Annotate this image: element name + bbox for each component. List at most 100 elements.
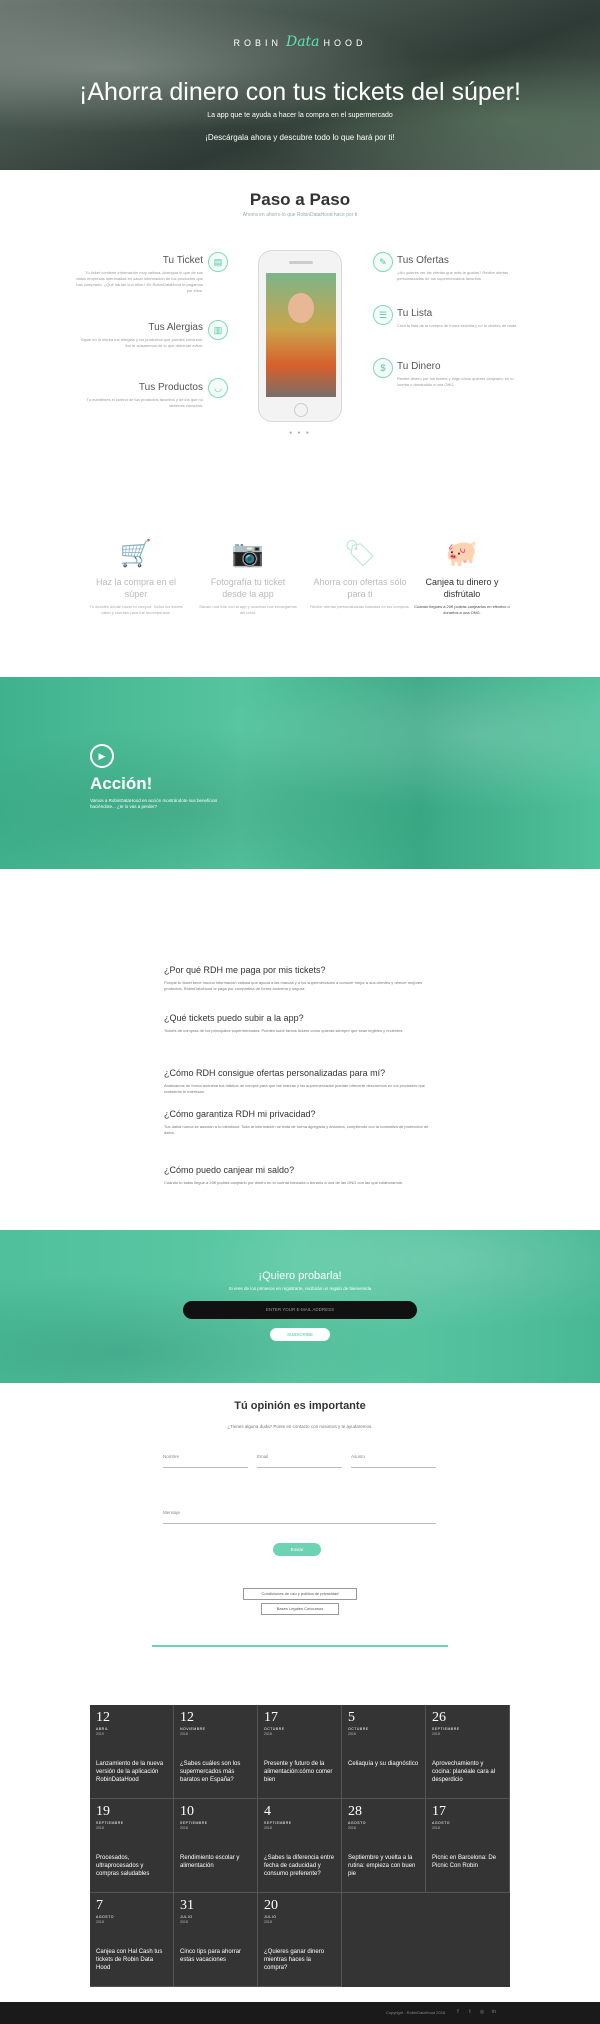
phone-speaker	[289, 261, 313, 264]
instagram-icon[interactable]: ◎	[478, 2008, 486, 2016]
facebook-icon[interactable]: f	[454, 2008, 462, 2016]
message-field[interactable]: Mensaje	[163, 1510, 436, 1524]
post-day: 5	[348, 1710, 355, 1725]
blog-grid: 12 ABRIL 2019 Lanzamiento de la nueva versi…	[90, 1705, 510, 1987]
post-month: SEPTIEMBRE	[180, 1821, 208, 1825]
copyright: Copyright - RobinDataHood 2018	[386, 2010, 446, 2015]
email-input[interactable]: ENTER YOUR E-MAIL ADDRESS	[183, 1301, 417, 1319]
subject-field[interactable]: Asunto	[351, 1454, 436, 1468]
step-foto: 📷 Fotografía tu ticket desde la app Sáca…	[198, 538, 298, 616]
post-month: OCTUBRE	[264, 1727, 285, 1731]
logo-mid: Data	[285, 34, 320, 50]
post-title: Canjea con Hal Cash tus tickets de Robin…	[96, 1949, 163, 1971]
feature-desc: ¿No quieres ver las ofertas que más te g…	[397, 270, 509, 281]
faq-answer: Tickets de compras de los principales su…	[164, 1028, 404, 1033]
step-desc: Cuando llegues a 20€ podrás canjearlos e…	[414, 604, 510, 615]
blog-post-card[interactable]: 26 SEPTIEMBRE 2018 Aprovechamiento y cocina…	[426, 1705, 510, 1799]
cart-icon: 🛒	[119, 538, 153, 568]
faq-question: ¿Qué tickets puedo subir a la app?	[164, 1013, 304, 1023]
post-month: SEPTIEMBRE	[96, 1821, 124, 1825]
blog-post-card[interactable]: 7 AGOSTO 2018 Canjea con Hal Cash tus ticke…	[90, 1893, 174, 1987]
blog-post-card[interactable]: 5 OCTUBRE 2018 Celiaquía y su diagnóstico	[342, 1705, 426, 1799]
post-title: Septiembre y vuelta a la rutina: empieza…	[348, 1855, 416, 1877]
play-icon[interactable]: ▶	[90, 744, 114, 768]
blog-post-card[interactable]: 12 NOVIEMBRE 2018 ¿Sabes cuáles son los sup…	[174, 1705, 258, 1799]
post-day: 20	[264, 1898, 278, 1913]
post-year: 2018	[348, 1826, 356, 1830]
linkedin-icon[interactable]: in	[490, 2008, 498, 2016]
faq-question: ¿Cómo garantiza RDH mi privacidad?	[164, 1109, 316, 1119]
post-month: ABRIL	[96, 1727, 109, 1731]
faq-answer: Analizamos de forma anónima tus hábitos …	[164, 1083, 426, 1094]
list-icon: ☰	[373, 305, 393, 325]
step-desc: Sácale una foto con la app y nosotros no…	[199, 604, 297, 615]
feature-desc: Sigue en la hierba tus alergias y los pr…	[80, 337, 203, 348]
step-desc: Tú decides dónde hacer tu compra. Todos …	[89, 604, 183, 615]
logo-right: HOOD	[323, 38, 367, 48]
faq-item: ¿Cómo garantiza RDH mi privacidad? Tus d…	[164, 1109, 436, 1136]
post-day: 17	[264, 1710, 278, 1725]
footer	[0, 2002, 600, 2024]
blog-post-card[interactable]: 10 SEPTIEMBRE 2018 Rendimiento escolar y al…	[174, 1799, 258, 1893]
post-month: JULIO	[264, 1915, 277, 1919]
post-title: Lanzamiento de la nueva versión de la ap…	[96, 1761, 164, 1783]
post-title: ¿Sabes cuáles son los supermercados más …	[180, 1761, 241, 1783]
faq-question: ¿Cómo RDH consigue ofertas personalizada…	[164, 1068, 386, 1078]
step-title: Fotografía tu ticket desde la app	[210, 577, 286, 599]
subscribe-button[interactable]: SUBSCRIBE	[270, 1328, 330, 1341]
contact-title: Tú opinión es importante	[234, 1400, 366, 1412]
post-year: 2018	[180, 1920, 188, 1924]
phone-mockup	[258, 250, 342, 422]
post-year: 2018	[264, 1826, 272, 1830]
blog-post-card[interactable]: 12 ABRIL 2019 Lanzamiento de la nueva versi…	[90, 1705, 174, 1799]
section-title-paso: Paso a Paso	[249, 190, 351, 209]
post-month: AGOSTO	[348, 1821, 366, 1825]
blog-post-card[interactable]: 4 SEPTIEMBRE 2018 ¿Sabes la diferencia entr…	[258, 1799, 342, 1893]
step-canjea: 🐖 Canjea tu dinero y disfrútalo Cuando l…	[412, 538, 512, 616]
twitter-icon[interactable]: t	[466, 2008, 474, 2016]
post-day: 4	[264, 1804, 271, 1819]
phone-home-button	[294, 403, 308, 417]
post-year: 2018	[264, 1732, 272, 1736]
carousel-dots[interactable]: ● ● ●	[0, 430, 600, 436]
post-year: 2018	[96, 1920, 104, 1924]
blog-post-card[interactable]: 19 SEPTIEMBRE 2018 Procesados, ultraprocesa…	[90, 1799, 174, 1893]
name-field[interactable]: Nombre	[163, 1454, 248, 1468]
signup-subtitle: Si eres de los primeros en registrarte, …	[228, 1286, 372, 1291]
faq-question: ¿Cómo puedo canjear mi saldo?	[164, 1165, 295, 1175]
feature-title: Tus Productos	[138, 382, 203, 393]
post-title: Rendimiento escolar y alimentación	[180, 1855, 240, 1869]
logo[interactable]: ROBIN Data HOOD	[0, 34, 600, 50]
step-desc: Recibe ofertas personalizadas basadas en…	[310, 604, 410, 609]
basket-icon: ◡	[208, 378, 228, 398]
feature-title: Tu Lista	[397, 308, 433, 319]
post-year: 2018	[432, 1826, 440, 1830]
money-icon: $	[373, 358, 393, 378]
post-day: 10	[180, 1804, 194, 1819]
feature-desc: Tú mantienes el control de tus productos…	[86, 397, 203, 408]
blog-post-card[interactable]: 17 AGOSTO 2018 Picnic en Barcelona: De Picn…	[426, 1799, 510, 1893]
hero-title: ¡Ahorra dinero con tus tickets del súper…	[79, 78, 521, 106]
divider	[152, 1645, 448, 1647]
feature-tu-ticket: Tu Ticket Tu ticket contiene información…	[75, 255, 203, 294]
step-title: Haz la compra en el súper	[95, 577, 177, 599]
blog-post-card[interactable]: 20 JULIO 2018 ¿Quieres ganar dinero mientra…	[258, 1893, 342, 1987]
privacy-policy-button[interactable]: Condiciones de uso y política de privaci…	[243, 1588, 357, 1600]
email-field[interactable]: Email	[257, 1454, 342, 1468]
post-day: 7	[96, 1898, 103, 1913]
step-title: Ahorra con ofertas sólo para ti	[313, 577, 407, 599]
blog-post-card[interactable]: 17 OCTUBRE 2018 Presente y futuro de la ali…	[258, 1705, 342, 1799]
post-day: 31	[180, 1898, 194, 1913]
feature-title: Tus Ofertas	[397, 255, 449, 266]
post-title: Aprovechamiento y cocina: planéale cara …	[432, 1761, 496, 1783]
post-month: AGOSTO	[96, 1915, 114, 1919]
send-button[interactable]: Enviar	[273, 1543, 321, 1556]
contest-rules-button[interactable]: Bases Legales Concursos	[261, 1603, 339, 1615]
signup-title: ¡Quiero probarla!	[258, 1270, 342, 1282]
post-day: 19	[96, 1804, 110, 1819]
post-year: 2018	[264, 1920, 272, 1924]
post-title: Picnic en Barcelona: De Picnic Con Robin	[432, 1855, 497, 1869]
blog-post-card[interactable]: 31 JULIO 2018 Cinco tips para ahorrar estas…	[174, 1893, 258, 1987]
feature-title: Tu Dinero	[397, 361, 441, 372]
blog-post-card[interactable]: 28 AGOSTO 2018 Septiembre y vuelta a la rut…	[342, 1799, 426, 1893]
